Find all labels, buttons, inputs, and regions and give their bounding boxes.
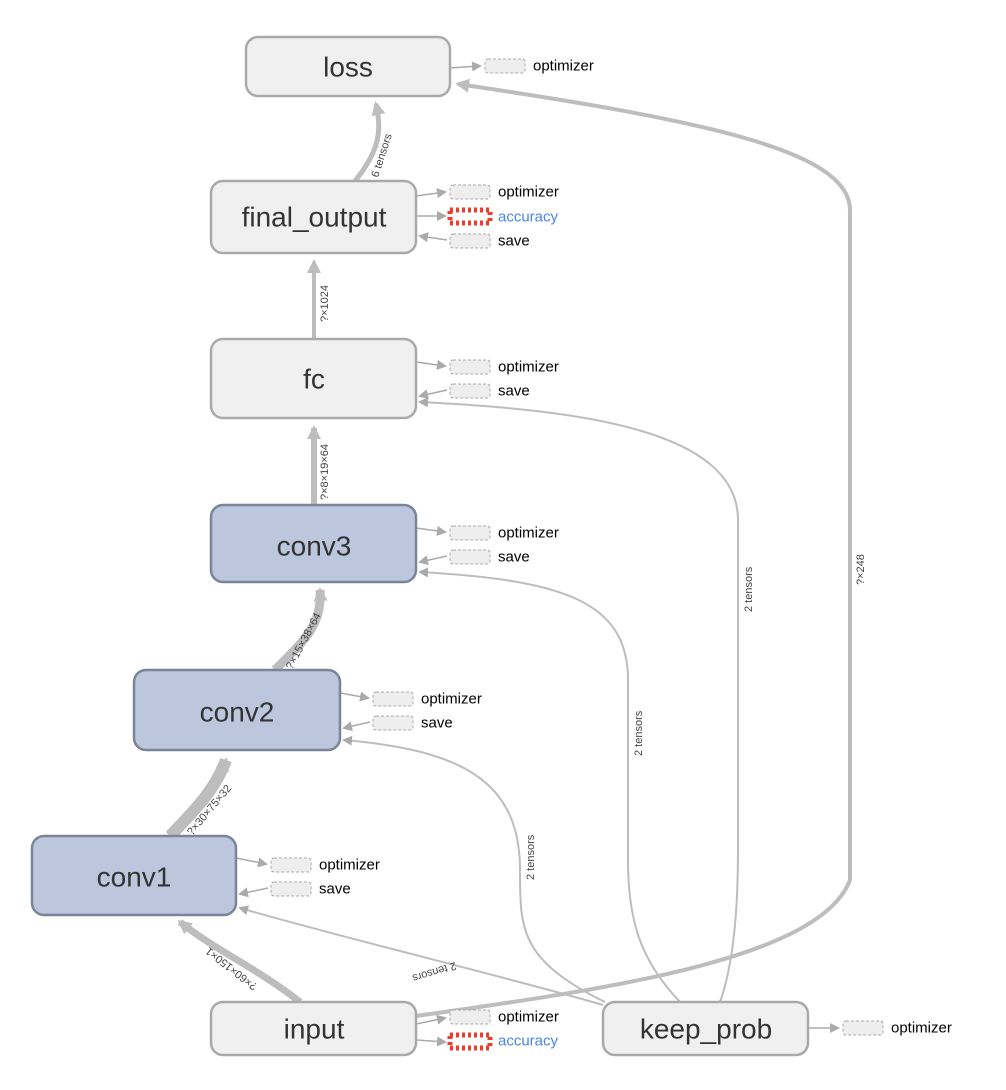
aux-label: optimizer bbox=[498, 1009, 559, 1026]
aux-input-accuracy[interactable]: accuracy bbox=[447, 1032, 559, 1051]
node-label: fc bbox=[303, 364, 325, 395]
node-fc[interactable]: fc bbox=[209, 337, 418, 420]
edge-label-keep-conv1: 2 tensors bbox=[410, 959, 457, 984]
edge-label-keep-fc: 2 tensors bbox=[743, 566, 755, 612]
aux-label: optimizer bbox=[498, 184, 559, 201]
node-conv1[interactable]: conv1 bbox=[30, 834, 238, 917]
edge-keep-conv3 bbox=[418, 567, 681, 1003]
aux-label: save bbox=[498, 233, 530, 250]
node-loss[interactable]: loss bbox=[244, 35, 452, 98]
aux-conv2-save[interactable]: save bbox=[372, 715, 453, 732]
node-conv2[interactable]: conv2 bbox=[132, 668, 342, 752]
node-label: loss bbox=[323, 52, 373, 83]
aux-conv3-save[interactable]: save bbox=[449, 549, 530, 566]
aux-label: accuracy bbox=[498, 209, 559, 226]
aux-label: save bbox=[421, 715, 453, 732]
aux-conv1-save[interactable]: save bbox=[270, 881, 351, 898]
edge-label-keep-conv2: 2 tensors bbox=[525, 834, 537, 880]
edge-label-keep-conv3: 2 tensors bbox=[633, 710, 645, 756]
node-final-output[interactable]: final_output bbox=[209, 179, 418, 255]
aux-fc-optimizer[interactable]: optimizer bbox=[449, 359, 559, 376]
node-label: conv1 bbox=[97, 862, 172, 893]
edge-keep-conv1 bbox=[238, 905, 604, 1006]
aux-label: accuracy bbox=[498, 1033, 559, 1050]
node-input[interactable]: input bbox=[209, 1000, 418, 1057]
edge-label-fc-final: ?×1024 bbox=[319, 285, 331, 322]
aux-conv2-optimizer[interactable]: optimizer bbox=[372, 691, 482, 708]
aux-final-accuracy[interactable]: accuracy bbox=[447, 207, 559, 226]
aux-label: optimizer bbox=[498, 359, 559, 376]
node-conv3[interactable]: conv3 bbox=[209, 503, 418, 584]
aux-conv1-optimizer[interactable]: optimizer bbox=[270, 857, 380, 874]
aux-final-optimizer[interactable]: optimizer bbox=[449, 184, 559, 201]
aux-label: optimizer bbox=[891, 1020, 952, 1037]
aux-input-optimizer[interactable]: optimizer bbox=[449, 1009, 559, 1026]
aux-label: save bbox=[498, 383, 530, 400]
node-label: input bbox=[284, 1014, 345, 1045]
node-label: final_output bbox=[242, 202, 387, 233]
edge-keep-conv2 bbox=[342, 735, 606, 1003]
graph-canvas[interactable]: ?×60×150×1 ?×30×75×32 ?×15×38×64 ?×8×19×… bbox=[0, 0, 1006, 1090]
aux-label: optimizer bbox=[319, 857, 380, 874]
aux-label: optimizer bbox=[533, 58, 594, 75]
node-label: conv3 bbox=[277, 531, 352, 562]
aux-loss-optimizer[interactable]: optimizer bbox=[484, 58, 594, 75]
aux-fc-save[interactable]: save bbox=[449, 383, 530, 400]
edge-label-conv3-fc: ?×8×19×64 bbox=[319, 444, 331, 500]
edge-label-conv2-conv3: ?×15×38×64 bbox=[284, 611, 324, 671]
aux-label: save bbox=[319, 881, 351, 898]
edge-input-conv1 bbox=[177, 919, 303, 1005]
aux-label: optimizer bbox=[421, 691, 482, 708]
edge-label-input-loss: ?×248 bbox=[855, 554, 867, 585]
aux-final-save[interactable]: save bbox=[449, 233, 530, 250]
aux-conv3-optimizer[interactable]: optimizer bbox=[449, 525, 559, 542]
node-label: conv2 bbox=[200, 697, 275, 728]
aux-label: optimizer bbox=[498, 525, 559, 542]
aux-keep-optimizer[interactable]: optimizer bbox=[842, 1020, 952, 1037]
aux-label: save bbox=[498, 549, 530, 566]
node-label: keep_prob bbox=[640, 1014, 772, 1045]
node-keep-prob[interactable]: keep_prob bbox=[601, 1000, 810, 1057]
